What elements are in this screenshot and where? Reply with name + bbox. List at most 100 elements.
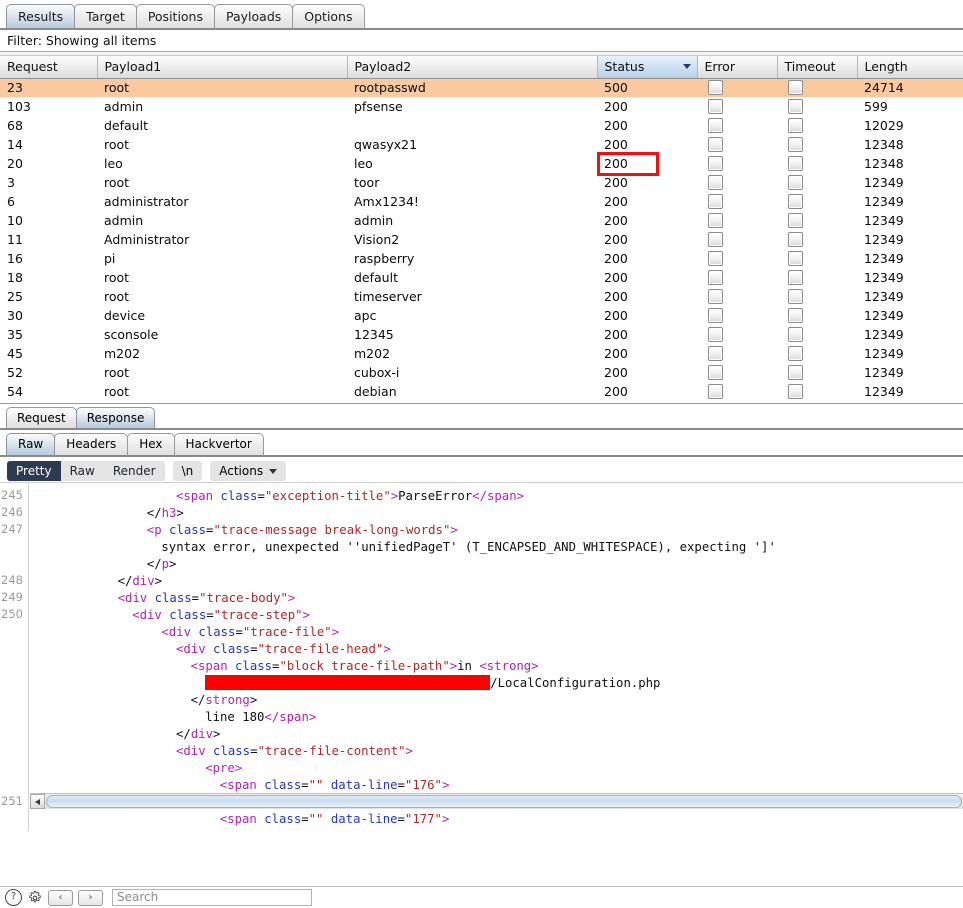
cell-payload2: Vision2 <box>354 232 400 247</box>
error-checkbox[interactable] <box>708 193 723 209</box>
error-checkbox[interactable] <box>708 269 723 285</box>
column-header-status[interactable]: Status <box>597 56 698 79</box>
error-checkbox[interactable] <box>708 383 723 399</box>
timeout-checkbox[interactable] <box>788 231 803 247</box>
filter-bar[interactable]: Filter: Showing all items <box>0 30 963 52</box>
render-button[interactable]: Render <box>104 461 165 481</box>
pretty-button[interactable]: Pretty <box>7 461 61 481</box>
tab-target[interactable]: Target <box>74 4 137 28</box>
timeout-checkbox[interactable] <box>788 212 803 228</box>
timeout-checkbox[interactable] <box>788 136 803 152</box>
search-previous-button[interactable]: ‹ <box>48 889 73 906</box>
column-header-length[interactable]: Length <box>857 56 963 79</box>
error-checkbox[interactable] <box>708 307 723 323</box>
error-checkbox[interactable] <box>708 212 723 228</box>
column-header-payload1[interactable]: Payload1 <box>97 56 348 79</box>
tab-results[interactable]: Results <box>6 4 76 28</box>
error-checkbox[interactable] <box>708 326 723 342</box>
column-header-timeout[interactable]: Timeout <box>777 56 858 79</box>
tab-options[interactable]: Options <box>292 4 365 28</box>
timeout-checkbox[interactable] <box>788 155 803 171</box>
results-table-container[interactable]: Request Payload1 Payload2 Status Error T… <box>0 56 963 404</box>
tab-response[interactable]: Response <box>75 407 156 428</box>
timeout-checkbox[interactable] <box>788 345 803 361</box>
cell-payload2: 12345 <box>354 327 394 342</box>
timeout-checkbox[interactable] <box>788 193 803 209</box>
table-row[interactable]: 30 device apc 200 12349 <box>0 306 963 325</box>
code-token: > <box>441 778 450 792</box>
search-next-button[interactable]: › <box>78 889 103 906</box>
error-checkbox[interactable] <box>708 155 723 171</box>
error-checkbox[interactable] <box>708 345 723 361</box>
table-row[interactable]: 20 leo leo 200 12348 <box>0 154 963 173</box>
error-checkbox[interactable] <box>708 136 723 152</box>
tab-hex[interactable]: Hex <box>127 433 175 455</box>
table-row[interactable]: 16 pi raspberry 200 12349 <box>0 249 963 268</box>
column-header-payload2[interactable]: Payload2 <box>347 56 598 79</box>
response-body-viewer[interactable]: 245 246 247 248 249 250 251 <span class="excep… <box>0 483 963 831</box>
tab-request[interactable]: Request <box>6 407 77 428</box>
cell-length: 12349 <box>864 232 904 247</box>
error-checkbox[interactable] <box>708 231 723 247</box>
table-row[interactable]: 68 default 200 12029 <box>0 116 963 135</box>
column-header-request[interactable]: Request <box>0 56 98 79</box>
table-row[interactable]: 10 admin admin 200 12349 <box>0 211 963 230</box>
table-row[interactable]: 45 m202 m202 200 12349 <box>0 344 963 363</box>
tab-positions[interactable]: Positions <box>135 4 215 28</box>
tab-payloads[interactable]: Payloads <box>214 4 294 28</box>
timeout-checkbox[interactable] <box>788 117 803 133</box>
table-row[interactable]: 14 root qwasyx21 200 12348 <box>0 135 963 154</box>
error-checkbox[interactable] <box>708 288 723 304</box>
horizontal-scrollbar[interactable] <box>30 793 963 809</box>
code-token: "trace-message break-long-words" <box>213 523 451 537</box>
gear-icon[interactable] <box>27 890 43 906</box>
table-row[interactable]: 52 root cubox-i 200 12349 <box>0 363 963 382</box>
help-icon[interactable]: ? <box>5 889 22 906</box>
cell-payload2: admin <box>354 213 394 228</box>
timeout-checkbox[interactable] <box>788 269 803 285</box>
timeout-checkbox[interactable] <box>788 326 803 342</box>
timeout-checkbox[interactable] <box>788 383 803 399</box>
cell-status: 200 <box>604 137 628 152</box>
tab-headers[interactable]: Headers <box>54 433 129 455</box>
table-row[interactable]: 3 root toor 200 12349 <box>0 173 963 192</box>
timeout-checkbox[interactable] <box>788 364 803 380</box>
scrollbar-thumb[interactable] <box>46 795 962 808</box>
error-checkbox[interactable] <box>708 98 723 114</box>
table-row[interactable]: 11 Administrator Vision2 200 12349 <box>0 230 963 249</box>
cell-length: 12349 <box>864 365 904 380</box>
error-checkbox[interactable] <box>708 117 723 133</box>
tab-hackvertor[interactable]: Hackvertor <box>173 433 264 455</box>
cell-status: 200 <box>604 308 628 323</box>
table-row[interactable]: 18 root default 200 12349 <box>0 268 963 287</box>
table-row[interactable]: 54 root debian 200 12349 <box>0 382 963 401</box>
raw-button[interactable]: Raw <box>61 461 104 481</box>
timeout-checkbox[interactable] <box>788 98 803 114</box>
scroll-left-arrow-icon[interactable] <box>30 794 45 809</box>
column-header-error[interactable]: Error <box>697 56 778 79</box>
cell-timeout <box>777 230 857 249</box>
actions-button[interactable]: Actions <box>210 461 287 481</box>
table-row[interactable]: 23 root rootpasswd 500 24714 <box>0 78 963 97</box>
timeout-checkbox[interactable] <box>788 288 803 304</box>
timeout-checkbox[interactable] <box>788 250 803 266</box>
error-checkbox[interactable] <box>708 79 723 95</box>
table-row[interactable]: 35 sconsole 12345 200 12349 <box>0 325 963 344</box>
line-number: 245 <box>1 488 23 502</box>
timeout-checkbox[interactable] <box>788 174 803 190</box>
table-row[interactable]: 6 administrator Amx1234! 200 12349 <box>0 192 963 211</box>
cell-error <box>697 211 777 230</box>
table-row[interactable]: 25 root timeserver 200 12349 <box>0 287 963 306</box>
table-row[interactable]: 103 admin pfsense 200 599 <box>0 97 963 116</box>
timeout-checkbox[interactable] <box>788 79 803 95</box>
error-checkbox[interactable] <box>708 250 723 266</box>
error-checkbox[interactable] <box>708 174 723 190</box>
tab-raw[interactable]: Raw <box>6 433 56 455</box>
error-checkbox[interactable] <box>708 364 723 380</box>
help-icon-glyph: ? <box>10 891 17 902</box>
code-token: class <box>198 625 236 639</box>
code-token: </ <box>146 506 162 520</box>
newline-toggle-button[interactable]: \n <box>172 461 203 481</box>
timeout-checkbox[interactable] <box>788 307 803 323</box>
search-input[interactable]: Search <box>112 889 312 906</box>
